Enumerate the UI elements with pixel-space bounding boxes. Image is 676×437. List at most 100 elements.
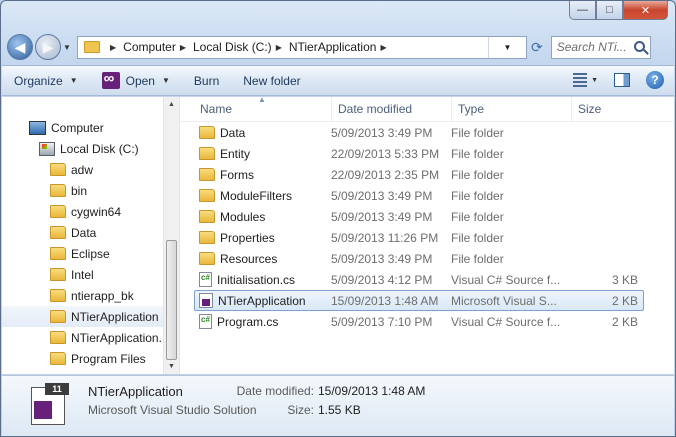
back-button[interactable]: ◀ xyxy=(7,34,33,60)
tree-item-computer[interactable]: Computer xyxy=(2,117,164,138)
sort-ascending-icon: ▲ xyxy=(258,95,266,104)
column-header-date[interactable]: Date modified xyxy=(332,97,452,121)
folder-icon xyxy=(50,184,66,197)
column-header-size[interactable]: Size xyxy=(572,97,652,121)
file-type: File folder xyxy=(451,251,504,266)
navigation-bar: ◀ ▶ ▼ ▶ Computer ▶ Local Disk (C:) ▶ NTi… xyxy=(7,31,669,63)
visual-studio-icon xyxy=(101,70,120,89)
organize-button[interactable]: Organize ▼ xyxy=(2,66,90,95)
chevron-right-icon[interactable]: ▶ xyxy=(180,43,186,52)
file-size: 2 KB xyxy=(611,293,638,308)
folder-icon xyxy=(199,231,215,244)
details-file-name: NTierApplication xyxy=(88,384,183,399)
file-row[interactable]: Modules 5/09/2013 3:49 PM File folder xyxy=(194,206,644,227)
new-folder-button[interactable]: New folder xyxy=(231,66,312,95)
chevron-right-icon[interactable]: ▶ xyxy=(276,43,282,52)
file-type: File folder xyxy=(451,188,504,203)
file-date: 22/09/2013 5:33 PM xyxy=(331,146,440,161)
maximize-button[interactable]: □ xyxy=(596,1,623,20)
file-name-cell: Entity xyxy=(195,147,330,161)
file-type: Visual C# Source f... xyxy=(451,272,561,287)
file-type: Visual C# Source f... xyxy=(451,314,561,329)
breadcrumb-ntierapplication[interactable]: NTierApplication xyxy=(289,40,377,54)
tree-item-folder[interactable]: Program Files xyxy=(2,348,164,369)
file-row[interactable]: Program.cs 5/09/2013 7:10 PM Visual C# Sou… xyxy=(194,311,644,332)
file-row[interactable]: Data 5/09/2013 3:49 PM File folder xyxy=(194,122,644,143)
file-name-cell: Data xyxy=(195,126,330,140)
tree-item-folder-selected[interactable]: NTierApplication xyxy=(2,306,164,327)
file-date: 5/09/2013 3:49 PM xyxy=(331,188,433,203)
open-button[interactable]: Open ▼ xyxy=(90,66,182,95)
file-name: Modules xyxy=(220,209,266,224)
details-pane: 11 NTierApplication Microsoft Visual Stu… xyxy=(2,375,674,436)
change-view-icon[interactable] xyxy=(573,73,588,87)
forward-arrow-icon: ▶ xyxy=(42,38,54,55)
preview-pane-icon[interactable] xyxy=(614,73,630,87)
refresh-icon[interactable]: ⟳ xyxy=(531,39,543,56)
breadcrumb-local-disk[interactable]: Local Disk (C:) xyxy=(193,40,272,54)
folder-icon xyxy=(50,352,66,365)
file-row[interactable]: Entity 22/09/2013 5:33 PM File folder xyxy=(194,143,644,164)
folder-icon xyxy=(50,247,66,260)
navigation-scrollbar[interactable]: ▲ ▼ xyxy=(163,97,179,374)
file-size: 2 KB xyxy=(611,314,638,329)
navigation-pane: Computer Local Disk (C:) adw bin cygwin6… xyxy=(2,97,180,374)
tree-item-label: Intel xyxy=(71,267,94,282)
tree-item-folder[interactable]: adw xyxy=(2,159,164,180)
tree-item-folder[interactable]: NTierApplication... xyxy=(2,327,164,348)
folder-icon xyxy=(50,226,66,239)
chevron-down-icon[interactable]: ▼ xyxy=(591,77,598,84)
tree-item-folder[interactable]: bin xyxy=(2,180,164,201)
file-row[interactable]: Resources 5/09/2013 3:49 PM File folder xyxy=(194,248,644,269)
file-name-cell: Modules xyxy=(195,210,330,224)
recent-pages-dropdown[interactable]: ▼ xyxy=(63,43,73,52)
tree-item-folder[interactable]: ntierapp_bk xyxy=(2,285,164,306)
close-button[interactable]: ✕ xyxy=(623,1,668,20)
scroll-down-icon[interactable]: ▼ xyxy=(164,359,179,374)
file-row[interactable]: Initialisation.cs 5/09/2013 4:12 PM Visual… xyxy=(194,269,644,290)
forward-button[interactable]: ▶ xyxy=(35,34,61,60)
column-header-type[interactable]: Type xyxy=(452,97,572,121)
tree-item-folder[interactable]: Intel xyxy=(2,264,164,285)
file-type: File folder xyxy=(451,167,504,182)
tree-item-folder[interactable]: Data xyxy=(2,222,164,243)
tree-item-local-disk[interactable]: Local Disk (C:) xyxy=(2,138,164,159)
file-list: ▲ Name Date modified Type Size Data 5/09/… xyxy=(180,95,674,374)
file-type: File folder xyxy=(451,146,504,161)
tree-item-label: Local Disk (C:) xyxy=(60,141,139,156)
csharp-file-icon xyxy=(199,272,212,287)
burn-button[interactable]: Burn xyxy=(182,66,231,95)
folder-icon xyxy=(199,147,215,160)
file-row[interactable]: Properties 5/09/2013 11:26 PM File folder xyxy=(194,227,644,248)
file-row-selected[interactable]: NTierApplication 15/09/2013 1:48 AM Micros… xyxy=(194,290,644,311)
caption-buttons: — □ ✕ xyxy=(569,1,668,20)
visual-studio-icon xyxy=(34,401,52,419)
file-name-cell: Forms xyxy=(195,168,330,182)
chevron-right-icon[interactable]: ▶ xyxy=(380,43,386,52)
chevron-right-icon[interactable]: ▶ xyxy=(110,43,116,52)
minimize-button[interactable]: — xyxy=(569,1,596,20)
file-row[interactable]: ModuleFilters 5/09/2013 3:49 PM File folde… xyxy=(194,185,644,206)
scrollbar-thumb[interactable] xyxy=(166,240,177,360)
help-icon[interactable]: ? xyxy=(646,71,664,89)
file-date: 15/09/2013 1:48 AM xyxy=(331,293,439,308)
tree-item-folder[interactable]: cygwin64 xyxy=(2,201,164,222)
search-input[interactable]: Search NTi... xyxy=(550,35,651,59)
column-header-name[interactable]: Name xyxy=(180,97,332,121)
folder-icon xyxy=(50,268,66,281)
address-bar-end: ▼ xyxy=(488,36,526,58)
tree-item-label: Eclipse xyxy=(71,246,110,261)
file-name-cell: ModuleFilters xyxy=(195,189,330,203)
search-icon[interactable] xyxy=(633,40,645,52)
file-name-cell: Properties xyxy=(195,231,330,245)
scroll-up-icon[interactable]: ▲ xyxy=(164,97,179,112)
folder-icon xyxy=(50,205,66,218)
breadcrumb-computer[interactable]: Computer xyxy=(123,40,176,54)
file-row[interactable]: Forms 22/09/2013 2:35 PM File folder xyxy=(194,164,644,185)
file-name-cell: Program.cs xyxy=(195,314,330,329)
chevron-down-icon[interactable]: ▼ xyxy=(504,43,512,52)
file-name-cell: Initialisation.cs xyxy=(195,272,330,287)
tree-item-folder[interactable]: Eclipse xyxy=(2,243,164,264)
file-date: 22/09/2013 2:35 PM xyxy=(331,167,440,182)
address-bar[interactable]: ▶ Computer ▶ Local Disk (C:) ▶ NTierAppl… xyxy=(77,35,527,59)
